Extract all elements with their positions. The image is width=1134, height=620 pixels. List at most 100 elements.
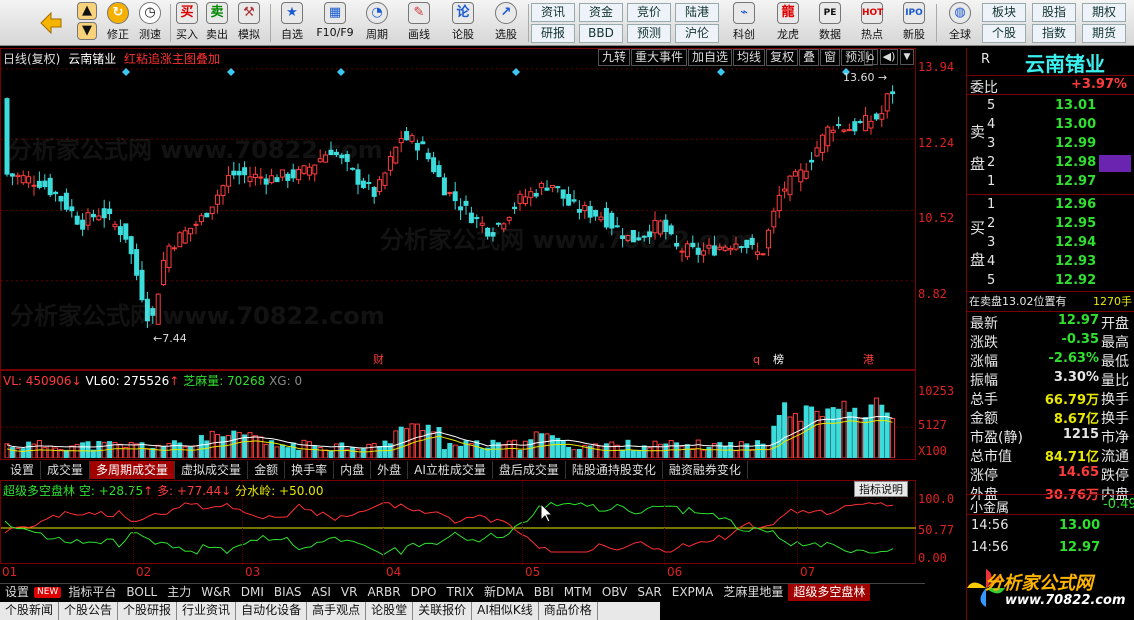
- discuss-button[interactable]: 论 论股: [445, 2, 481, 44]
- candle-body[interactable]: [479, 222, 485, 226]
- candle-body[interactable]: [431, 157, 437, 173]
- candle-body[interactable]: [323, 154, 329, 163]
- candle-body[interactable]: [598, 216, 604, 221]
- index-button[interactable]: 指数: [1032, 24, 1076, 43]
- candle-body[interactable]: [468, 212, 474, 224]
- candle-body[interactable]: [198, 215, 204, 223]
- candle-body[interactable]: [674, 242, 680, 247]
- candle-body[interactable]: [290, 169, 296, 179]
- candle-body[interactable]: [544, 187, 550, 191]
- indicator-tab-18[interactable]: 芝麻里地量: [718, 584, 788, 601]
- candle-body[interactable]: [393, 146, 399, 164]
- candle-body[interactable]: [782, 188, 788, 192]
- candle-body[interactable]: [150, 308, 156, 316]
- indicator-tab-14[interactable]: MTM: [559, 584, 597, 601]
- candle-body[interactable]: [884, 93, 890, 112]
- candle-body[interactable]: [722, 246, 728, 251]
- candle-body[interactable]: [360, 180, 366, 188]
- candle-body[interactable]: [47, 177, 53, 196]
- candle-body[interactable]: [528, 191, 534, 198]
- news-tab-4[interactable]: 自动化设备: [236, 602, 308, 620]
- indicator-tab-19[interactable]: 超级多空盘林: [788, 584, 871, 601]
- candle-body[interactable]: [690, 242, 696, 247]
- candle-body[interactable]: [350, 167, 356, 170]
- candle-body[interactable]: [74, 215, 80, 225]
- candle-body[interactable]: [274, 177, 280, 183]
- candle-body[interactable]: [42, 180, 48, 188]
- event-mark-2[interactable]: 榜: [773, 352, 784, 366]
- candle-body[interactable]: [231, 170, 237, 176]
- dragon-tiger-button[interactable]: 龍 龙虎: [770, 2, 806, 44]
- candle-body[interactable]: [717, 246, 723, 250]
- candle-body[interactable]: [485, 227, 491, 237]
- buy-level-5[interactable]: 5 12.92: [967, 272, 1134, 291]
- candle-body[interactable]: [398, 138, 404, 144]
- candle-body[interactable]: [760, 253, 766, 256]
- indicator-tab-6[interactable]: BIAS: [269, 584, 307, 601]
- buy-level-4[interactable]: 4 12.93: [967, 253, 1134, 272]
- candle-body[interactable]: [890, 91, 896, 95]
- candle-body[interactable]: [96, 215, 102, 221]
- indicator-chart[interactable]: [1, 496, 916, 562]
- candle-body[interactable]: [134, 249, 140, 276]
- hotspot-button[interactable]: HOT 热点: [854, 2, 890, 44]
- volume-tab-2[interactable]: 多周期成交量: [90, 461, 176, 479]
- candle-body[interactable]: [706, 244, 712, 249]
- indicator-tab-3[interactable]: 主力: [162, 584, 196, 601]
- candle-body[interactable]: [9, 173, 15, 177]
- candle-body[interactable]: [657, 220, 663, 235]
- sell-level-2[interactable]: 2 12.98: [967, 154, 1134, 173]
- candle-body[interactable]: [501, 223, 507, 230]
- indicator-tab-16[interactable]: SAR: [632, 584, 666, 601]
- shanghai-london-button[interactable]: 沪伦: [675, 24, 719, 43]
- candle-body[interactable]: [701, 250, 707, 256]
- candle-body[interactable]: [776, 194, 782, 212]
- candle-body[interactable]: [420, 141, 426, 145]
- candle-body[interactable]: [344, 154, 350, 162]
- candle-body[interactable]: [107, 208, 113, 215]
- candle-body[interactable]: [63, 192, 69, 210]
- candle-body[interactable]: [809, 159, 815, 163]
- global-button[interactable]: ◍ 全球: [940, 2, 980, 44]
- price-chart[interactable]: 13.60 → ←7.44 财 q 榜 港: [1, 50, 916, 368]
- candle-body[interactable]: [182, 230, 188, 244]
- candle-body[interactable]: [339, 154, 345, 159]
- buy-level-3[interactable]: 3 12.94: [967, 234, 1134, 253]
- candle-body[interactable]: [285, 173, 291, 181]
- candle-body[interactable]: [522, 196, 528, 204]
- candle-body[interactable]: [144, 298, 150, 322]
- candle-body[interactable]: [620, 235, 626, 240]
- indicator-tab-2[interactable]: BOLL: [121, 584, 162, 601]
- bbd-button[interactable]: BBD: [579, 24, 623, 43]
- candle-body[interactable]: [711, 245, 717, 256]
- candle-body[interactable]: [252, 173, 258, 179]
- speed-test-button[interactable]: ◷ 测速: [134, 2, 166, 44]
- candle-body[interactable]: [636, 237, 642, 241]
- candle-body[interactable]: [571, 199, 577, 202]
- candle-body[interactable]: [161, 259, 167, 286]
- candle-body[interactable]: [506, 216, 512, 221]
- candle-body[interactable]: [193, 223, 199, 226]
- candle-body[interactable]: [436, 165, 442, 178]
- updown-button[interactable]: ▲ ▼: [74, 2, 100, 44]
- indicator-tab-7[interactable]: ASI: [307, 584, 336, 601]
- candle-body[interactable]: [647, 231, 653, 238]
- candle-body[interactable]: [560, 189, 566, 199]
- indicator-tab-12[interactable]: 新DMA: [479, 584, 529, 601]
- auction-button[interactable]: 竞价: [627, 3, 671, 22]
- event-mark-3[interactable]: 港: [863, 353, 874, 366]
- volume-tab-11[interactable]: 融资融券变化: [663, 461, 748, 479]
- candle-body[interactable]: [803, 170, 809, 179]
- candle-body[interactable]: [836, 124, 842, 127]
- candle-body[interactable]: [425, 152, 431, 160]
- fix-button[interactable]: ↻ 修正: [102, 2, 134, 44]
- candle-body[interactable]: [155, 293, 161, 325]
- candle-body[interactable]: [744, 239, 750, 248]
- buy-level-1[interactable]: 1 12.96: [967, 196, 1134, 215]
- candle-body[interactable]: [382, 172, 388, 186]
- volume-tab-3[interactable]: 虚拟成交量: [175, 461, 249, 479]
- sector-button[interactable]: 板块: [982, 3, 1026, 22]
- candle-body[interactable]: [728, 247, 734, 251]
- sell-button[interactable]: 卖 卖出: [202, 2, 232, 44]
- candle-body[interactable]: [490, 232, 496, 237]
